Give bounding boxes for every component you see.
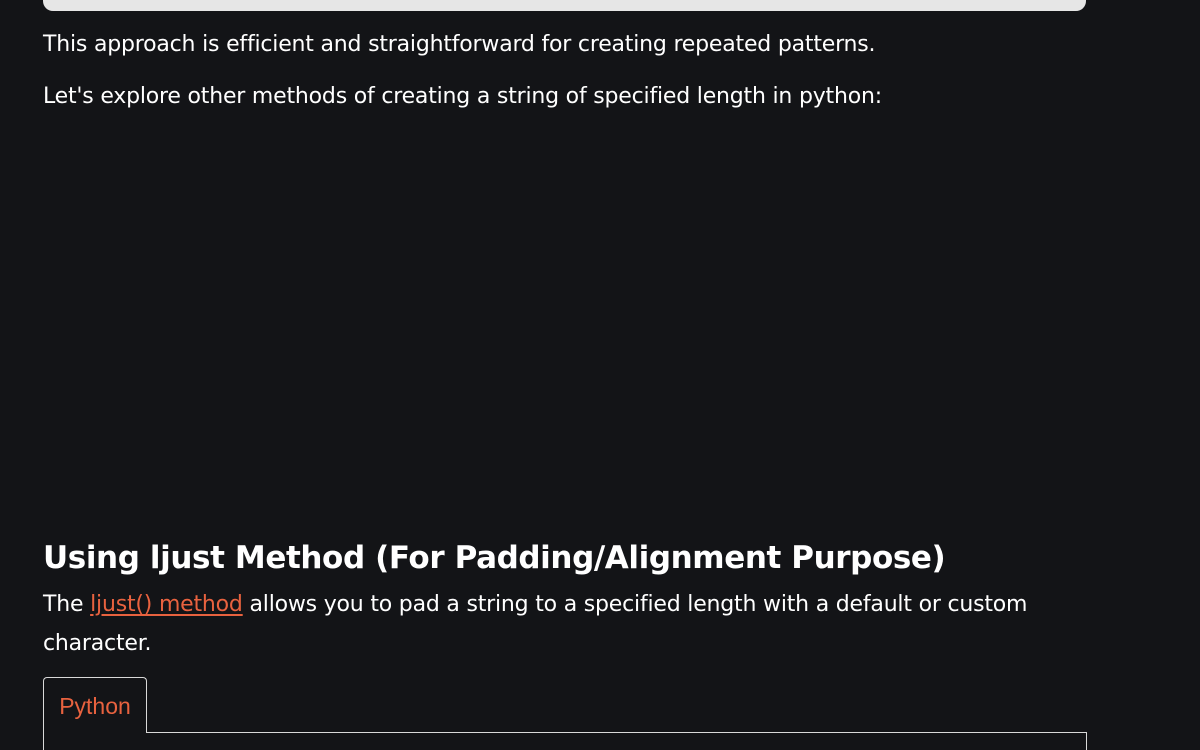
paragraph-prefix: The [43, 592, 91, 617]
ad-placeholder [43, 130, 1086, 520]
previous-code-block [43, 0, 1086, 11]
paragraph-explore-methods: Let's explore other methods of creating … [43, 84, 882, 109]
paragraph-efficiency-note: This approach is efficient and straightf… [43, 32, 876, 57]
section-heading-ljust: Using ljust Method (For Padding/Alignmen… [43, 540, 946, 576]
ljust-method-link[interactable]: ljust() method [90, 592, 243, 617]
code-block-container [43, 732, 1087, 750]
paragraph-ljust-description: The ljust() method allows you to pad a s… [43, 585, 1086, 663]
tab-python-label: Python [59, 692, 131, 719]
tab-python[interactable]: Python [43, 677, 147, 733]
